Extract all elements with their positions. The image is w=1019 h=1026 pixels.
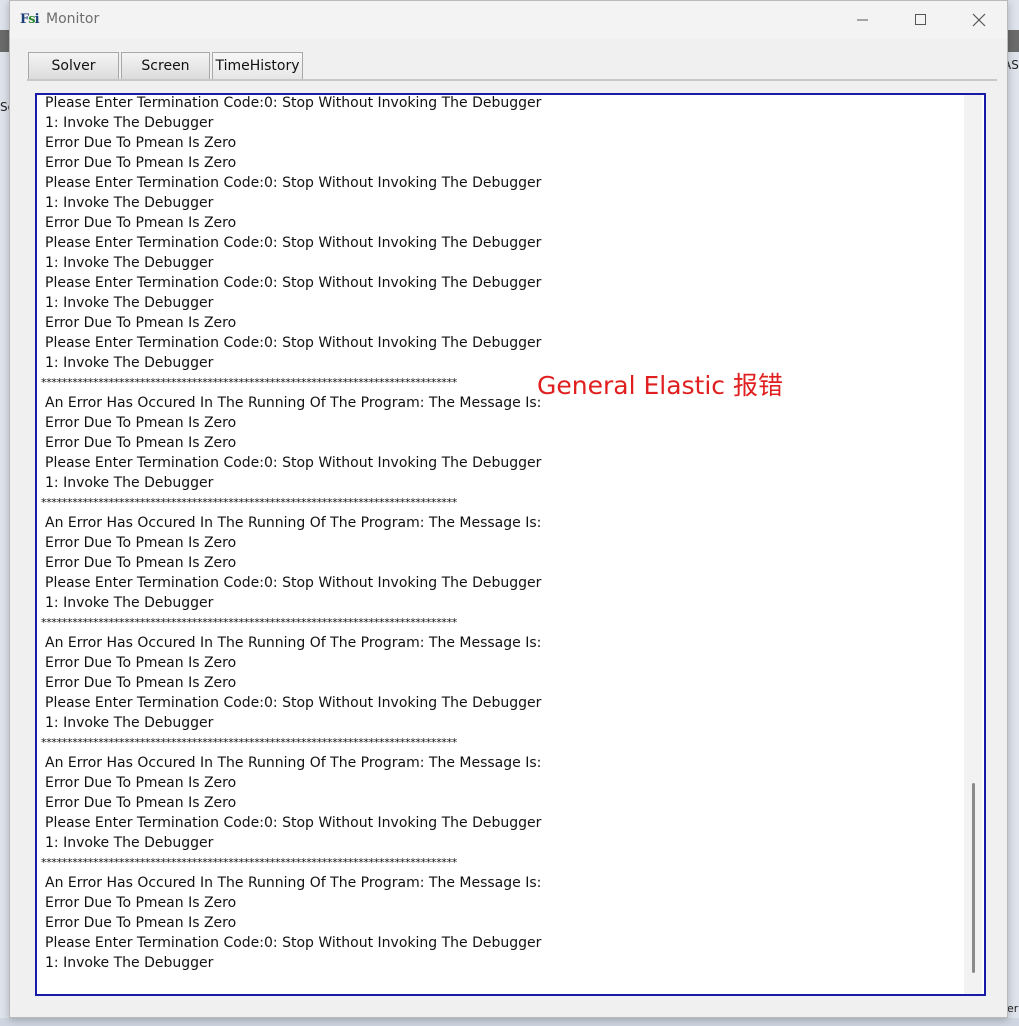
console-line: Please Enter Termination Code:0: Stop Wi… [45, 695, 542, 711]
console-line: 1: Invoke The Debugger [45, 715, 214, 731]
console-line: An Error Has Occured In The Running Of T… [45, 635, 542, 651]
console-line: Please Enter Termination Code:0: Stop Wi… [45, 575, 542, 591]
console-line: Please Enter Termination Code:0: Stop Wi… [45, 815, 542, 831]
console-line: Please Enter Termination Code:0: Stop Wi… [45, 935, 542, 951]
console-line: 1: Invoke The Debugger [45, 475, 214, 491]
vertical-scrollbar[interactable] [964, 95, 982, 994]
console-separator-line: ****************************************… [41, 856, 458, 869]
background-app-strip-right [1007, 30, 1019, 52]
console-separator-line: ****************************************… [41, 616, 458, 629]
console-log: Please Enter Termination Code:0: Stop Wi… [41, 95, 945, 973]
console-line: Error Due To Pmean Is Zero [45, 315, 237, 331]
console-line: Error Due To Pmean Is Zero [45, 775, 237, 791]
console-separator-line: ****************************************… [41, 496, 458, 509]
annotation-label: General Elastic 报错 [537, 371, 783, 400]
window-title: Monitor [46, 11, 100, 27]
console-line: Please Enter Termination Code:0: Stop Wi… [45, 175, 542, 191]
scrollbar-thumb[interactable] [972, 783, 975, 973]
console-line: 1: Invoke The Debugger [45, 955, 214, 971]
console-line: 1: Invoke The Debugger [45, 255, 214, 271]
tab-divider [27, 79, 997, 81]
background-text-bottom-right: er [1007, 1002, 1019, 1015]
console-line: Please Enter Termination Code:0: Stop Wi… [45, 95, 542, 111]
minimize-icon [857, 19, 868, 21]
console-line: 1: Invoke The Debugger [45, 355, 214, 371]
app-logo-icon: Fsi [20, 12, 40, 27]
console-line: 1: Invoke The Debugger [45, 115, 214, 131]
console-line: Error Due To Pmean Is Zero [45, 155, 237, 171]
console-line: 1: Invoke The Debugger [45, 195, 214, 211]
console-line: Please Enter Termination Code:0: Stop Wi… [45, 335, 542, 351]
console-line: An Error Has Occured In The Running Of T… [45, 515, 542, 531]
console-line: Error Due To Pmean Is Zero [45, 675, 237, 691]
console-output[interactable]: Please Enter Termination Code:0: Stop Wi… [35, 93, 986, 996]
monitor-window: Fsi Monitor Solver Screen TimeHistory Pl… [9, 0, 1008, 1018]
console-line: Error Due To Pmean Is Zero [45, 535, 237, 551]
tab-solver[interactable]: Solver [28, 52, 119, 79]
title-bar[interactable]: Fsi Monitor [10, 1, 1007, 39]
console-line: An Error Has Occured In The Running Of T… [45, 395, 542, 411]
console-line: Please Enter Termination Code:0: Stop Wi… [45, 235, 542, 251]
maximize-button[interactable] [892, 1, 950, 39]
console-line: An Error Has Occured In The Running Of T… [45, 755, 542, 771]
console-line: Error Due To Pmean Is Zero [45, 795, 237, 811]
console-line: 1: Invoke The Debugger [45, 295, 214, 311]
console-line: 1: Invoke The Debugger [45, 595, 214, 611]
minimize-button[interactable] [834, 1, 892, 39]
close-icon [972, 13, 986, 27]
console-line: Error Due To Pmean Is Zero [45, 435, 237, 451]
console-line: An Error Has Occured In The Running Of T… [45, 875, 542, 891]
console-separator-line: ****************************************… [41, 376, 458, 389]
console-separator-line: ****************************************… [41, 736, 458, 749]
console-line: Error Due To Pmean Is Zero [45, 655, 237, 671]
console-line: Please Enter Termination Code:0: Stop Wi… [45, 455, 542, 471]
tab-timehistory[interactable]: TimeHistory [212, 52, 303, 79]
console-line: Error Due To Pmean Is Zero [45, 135, 237, 151]
console-line: Error Due To Pmean Is Zero [45, 215, 237, 231]
console-line: Error Due To Pmean Is Zero [45, 915, 237, 931]
taskbar-edge [0, 1018, 1019, 1026]
console-line: 1: Invoke The Debugger [45, 835, 214, 851]
tab-screen[interactable]: Screen [121, 52, 210, 79]
console-line: Error Due To Pmean Is Zero [45, 555, 237, 571]
close-button[interactable] [950, 1, 1008, 39]
console-line: Error Due To Pmean Is Zero [45, 415, 237, 431]
console-line: Error Due To Pmean Is Zero [45, 895, 237, 911]
console-line: Please Enter Termination Code:0: Stop Wi… [45, 275, 542, 291]
maximize-icon [915, 14, 926, 25]
